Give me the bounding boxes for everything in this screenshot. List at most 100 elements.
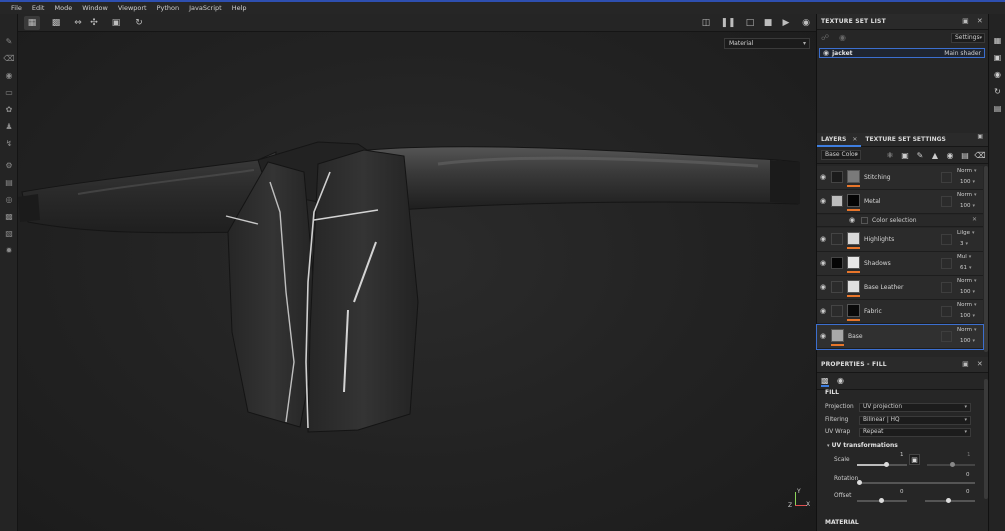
layer-row-fabric[interactable]: ◉ Fabric Norm ▾ 100 ▾	[817, 300, 983, 324]
eraser-icon[interactable]: ⌫	[3, 52, 15, 64]
layer-row-stitching[interactable]: ◉ Stitching Norm ▾ 100 ▾	[817, 166, 983, 190]
plugin-icon[interactable]: ✹	[3, 244, 15, 256]
link-icon[interactable]: ☍	[821, 33, 829, 42]
layer-effect-slot[interactable]	[941, 306, 952, 317]
opacity-field[interactable]: 61 ▾	[960, 265, 972, 271]
camera-mode-icon[interactable]: ◫	[698, 16, 714, 30]
filtering-dropdown[interactable]: Bilinear | HQ ▾	[859, 416, 971, 425]
screenshot-camera-icon[interactable]: ◉	[798, 16, 814, 30]
eye-icon[interactable]: ◉	[820, 333, 828, 340]
grid-view-icon[interactable]: ▩	[48, 16, 64, 30]
color-selection-row[interactable]: ◉ Color selection ✕	[817, 215, 983, 227]
clone-stamp-icon[interactable]: ♟	[3, 120, 15, 132]
eye-icon[interactable]: ◉	[820, 198, 828, 205]
projection-dropdown[interactable]: UV projection ▾	[859, 403, 971, 412]
add-mask-icon[interactable]: ▣	[900, 150, 910, 160]
texture-set-row[interactable]: ◉ jacket Main shader	[819, 48, 985, 58]
opacity-field[interactable]: 100 ▾	[960, 289, 975, 295]
layer-effect-slot[interactable]	[941, 331, 952, 342]
close-icon[interactable]: ✕	[977, 17, 983, 25]
blend-mode-dropdown[interactable]: Norm ▾	[957, 278, 977, 284]
layer-mask-slot[interactable]	[831, 257, 843, 269]
layer-effect-slot[interactable]	[941, 234, 952, 245]
rotation-slider-handle[interactable]	[857, 480, 862, 485]
channel-dropdown[interactable]: Base Color ▾	[821, 150, 861, 160]
opacity-field[interactable]: 100 ▾	[960, 203, 975, 209]
frame-icon[interactable]: ▣	[108, 16, 124, 30]
eye-icon[interactable]: ◉	[820, 174, 828, 181]
menu-window[interactable]: Window	[77, 4, 113, 12]
color-selection-checkbox[interactable]	[861, 217, 868, 224]
paint-brush-icon[interactable]: ✎	[3, 35, 15, 47]
eye-icon[interactable]: ◉	[849, 216, 855, 224]
menu-javascript[interactable]: JavaScript	[184, 4, 227, 12]
menu-edit[interactable]: Edit	[27, 4, 50, 12]
close-icon[interactable]: ✕	[852, 136, 857, 143]
layer-mask-slot[interactable]	[831, 281, 843, 293]
rotation-slider-track[interactable]	[859, 482, 975, 484]
add-effect-icon[interactable]: ⚛	[885, 150, 895, 160]
single-view-icon[interactable]: ▦	[24, 16, 40, 30]
opacity-field[interactable]: 100 ▾	[960, 313, 975, 319]
blend-mode-dropdown[interactable]: Mul ▾	[957, 254, 971, 260]
texture-set-list-icon[interactable]: ▦	[992, 35, 1003, 46]
blend-mode-dropdown[interactable]: Lilge ▾	[957, 230, 975, 236]
layer-mask-slot[interactable]	[831, 171, 843, 183]
pause-icon[interactable]: ❚❚	[720, 16, 736, 30]
eye-icon[interactable]: ◉	[820, 260, 828, 267]
color-picker-icon[interactable]: ↯	[3, 137, 15, 149]
opacity-field[interactable]: 100 ▾	[960, 338, 975, 344]
add-paint-layer-icon[interactable]: ✎	[915, 150, 925, 160]
projection-icon[interactable]: ◉	[3, 69, 15, 81]
layer-effect-slot[interactable]	[941, 196, 952, 207]
menu-file[interactable]: File	[6, 4, 27, 12]
video-icon[interactable]: ▶	[778, 16, 794, 30]
eye-icon[interactable]: ◉	[820, 308, 828, 315]
blend-mode-dropdown[interactable]: Norm ▾	[957, 168, 977, 174]
offset-v-slider-handle[interactable]	[946, 498, 951, 503]
menu-mode[interactable]: Mode	[49, 4, 77, 12]
menu-python[interactable]: Python	[152, 4, 185, 12]
offset-v-value[interactable]: 0	[966, 489, 970, 495]
pivot-icon[interactable]: ✣	[86, 16, 102, 30]
layer-mask-slot[interactable]	[831, 195, 843, 207]
delete-layer-icon[interactable]: ⌫	[974, 150, 985, 160]
display-settings-icon[interactable]: ▣	[992, 52, 1003, 63]
document-icon[interactable]: ▧	[3, 227, 15, 239]
symmetry-icon[interactable]: ⇔	[70, 16, 86, 30]
layer-row-base[interactable]: ◉ Base Norm ▾ 100 ▾	[816, 324, 984, 350]
texture-set-shader[interactable]: Main shader	[944, 50, 981, 57]
texture-set-settings-dropdown[interactable]: Settings ▾	[951, 33, 985, 43]
python-script-icon[interactable]: ▩	[3, 210, 15, 222]
float-panel-icon[interactable]: ▣	[977, 133, 983, 140]
display-settings-icon[interactable]: □	[742, 16, 758, 30]
opacity-field[interactable]: 100 ▾	[960, 179, 975, 185]
shader-settings-icon[interactable]: ◉	[992, 69, 1003, 80]
offset-u-slider-handle[interactable]	[879, 498, 884, 503]
visibility-icon[interactable]: ◉	[839, 33, 846, 42]
smudge-icon[interactable]: ✿	[3, 103, 15, 115]
layer-mask-slot[interactable]	[831, 233, 843, 245]
blend-mode-dropdown[interactable]: Norm ▾	[957, 302, 977, 308]
layer-mask-slot[interactable]	[831, 305, 843, 317]
rotation-value[interactable]: 0	[966, 472, 970, 478]
layer-row-base-leather[interactable]: ◉ Base Leather Norm ▾ 100 ▾	[817, 276, 983, 300]
fill-properties-icon[interactable]: ▩	[821, 376, 829, 387]
scale-value[interactable]: 1	[900, 452, 904, 458]
history-icon[interactable]: ↻	[992, 86, 1003, 97]
eye-icon[interactable]: ◉	[820, 236, 828, 243]
lock-icon[interactable]: ▣	[909, 454, 920, 465]
close-icon[interactable]: ✕	[977, 360, 983, 368]
add-folder-icon[interactable]: ▤	[960, 150, 970, 160]
add-smart-material-icon[interactable]: ◉	[945, 150, 955, 160]
tab-texture-set-settings[interactable]: TEXTURE SET SETTINGS	[861, 133, 949, 147]
float-panel-icon[interactable]: ▣	[962, 17, 969, 25]
layer-effect-slot[interactable]	[941, 172, 952, 183]
layer-row-highlights[interactable]: ◉ Highlights Lilge ▾ 3 ▾	[817, 228, 983, 252]
bake-icon[interactable]: ▤	[3, 176, 15, 188]
polygon-fill-icon[interactable]: ▭	[3, 86, 15, 98]
scale-slider-handle[interactable]	[884, 462, 889, 467]
eye-icon[interactable]: ◉	[823, 49, 829, 57]
eye-icon[interactable]: ◉	[820, 284, 828, 291]
offset-u-value[interactable]: 0	[900, 489, 904, 495]
